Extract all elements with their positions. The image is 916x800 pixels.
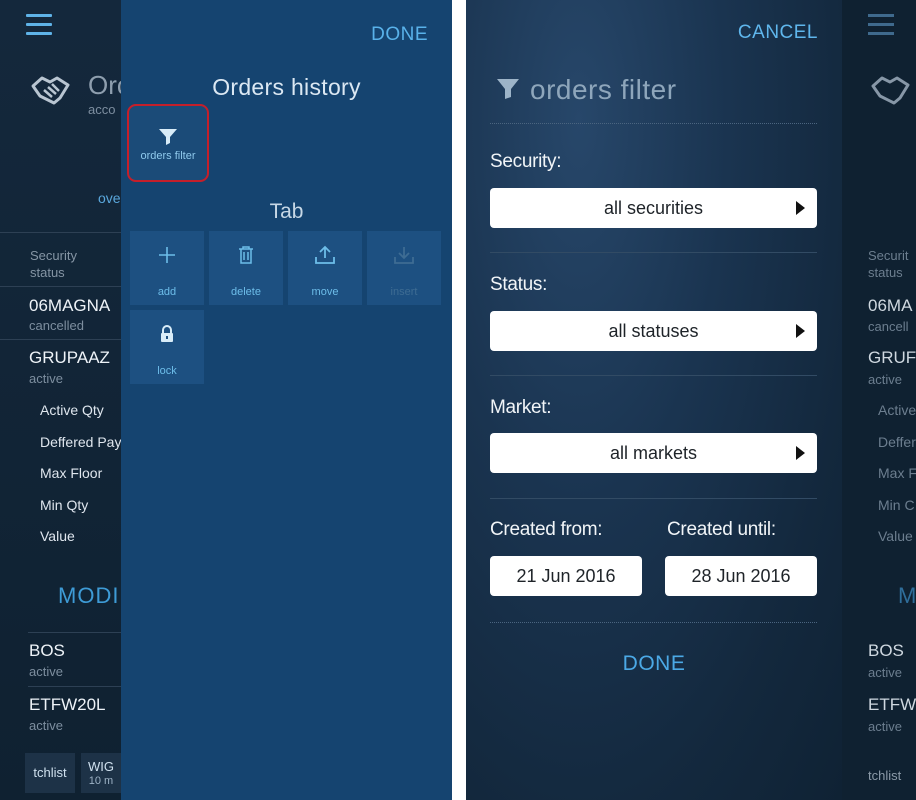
security-value: all securities <box>603 198 704 218</box>
watchlist-tab[interactable]: tchlist <box>25 753 75 793</box>
order-row-name: 06MA <box>868 296 913 315</box>
status-value: all statuses <box>608 321 699 341</box>
overview-tab-partial[interactable]: ove <box>98 190 121 206</box>
tile-label: lock <box>157 365 177 377</box>
detail-label: Active <box>878 402 916 418</box>
order-row-status: cancelled <box>29 318 84 333</box>
arrow-right-icon <box>796 324 805 338</box>
orders-filter-button[interactable]: orders filter <box>127 104 209 182</box>
watchlist-tab-partial: tchlist <box>868 768 902 783</box>
plus-icon <box>130 245 204 269</box>
market-select[interactable]: all markets <box>490 433 817 473</box>
security-select[interactable]: all securities <box>490 188 817 228</box>
orders-filter-label: orders filter <box>140 150 196 162</box>
column-header-security: Securit <box>868 248 909 263</box>
handshake-icon <box>30 72 72 108</box>
orders-history-panel: DONE Orders history orders filter Tab ad… <box>121 0 452 800</box>
handshake-icon <box>870 72 912 113</box>
detail-label: Active Qty <box>40 402 104 418</box>
order-row-status: cancell <box>868 319 909 334</box>
move-tab-button[interactable]: move <box>288 231 362 305</box>
panel-title: Orders history <box>212 74 361 100</box>
orders-filter-screen: Securit status 06MA cancell GRUF active … <box>466 0 916 800</box>
tile-label: add <box>157 286 177 298</box>
tab-section-title: Tab <box>269 200 304 223</box>
detail-label: Value <box>40 528 75 544</box>
done-button[interactable]: DONE <box>371 24 428 46</box>
created-from-date-field[interactable]: 21 Jun 2016 <box>490 556 642 596</box>
detail-label: Deffer <box>878 434 916 450</box>
order-row-status: active <box>29 718 63 733</box>
lock-icon <box>130 324 204 348</box>
funnel-icon <box>497 79 519 99</box>
orders-filter-modal: CANCEL orders filter Security: all secur… <box>466 0 842 800</box>
created-until-date-field[interactable]: 28 Jun 2016 <box>665 556 817 596</box>
order-row-name[interactable]: GRUPAAZ <box>29 348 110 368</box>
insert-tab-button[interactable]: insert <box>367 231 441 305</box>
order-row-status: active <box>868 719 902 734</box>
order-row-name: BOS <box>868 641 904 660</box>
created-from-label: Created from: <box>490 519 603 540</box>
order-row-status: active <box>29 664 63 679</box>
detail-label: Deffered Pay <box>40 434 122 450</box>
column-header-status: status <box>868 265 903 280</box>
order-row-name: ETFW <box>868 695 916 714</box>
tile-label: move <box>311 286 339 298</box>
tab-label: tchlist <box>33 765 67 780</box>
detail-label: Max Floor <box>40 465 103 481</box>
menu-icon[interactable] <box>868 14 894 35</box>
cancel-button[interactable]: CANCEL <box>738 22 818 44</box>
created-until-label: Created until: <box>667 519 776 540</box>
order-row-name: GRUF <box>868 348 916 367</box>
market-label: Market: <box>490 397 552 418</box>
order-row-status: active <box>868 372 902 387</box>
orders-history-screen: Orc acco ove Security status 06MAGNA can… <box>0 0 452 800</box>
upload-icon <box>288 245 362 269</box>
tile-label: delete <box>231 286 261 298</box>
status-select[interactable]: all statuses <box>490 311 817 351</box>
order-row-status: active <box>29 371 63 386</box>
security-label: Security: <box>490 151 562 172</box>
arrow-right-icon <box>796 446 805 460</box>
download-icon <box>367 245 441 269</box>
order-row-status: active <box>868 665 902 680</box>
menu-icon[interactable] <box>26 14 52 36</box>
detail-label: Min Qty <box>40 497 89 513</box>
market-value: all markets <box>609 443 698 463</box>
tile-label: insert <box>390 286 418 298</box>
lock-tab-button[interactable]: lock <box>130 310 204 384</box>
tab-label: WIG <box>88 759 114 774</box>
account-label-partial: acco <box>88 102 116 117</box>
modify-button-partial: M <box>898 583 916 608</box>
filter-title: orders filter <box>496 74 677 106</box>
detail-label: Min C <box>878 497 915 513</box>
column-header-security: Security <box>30 248 77 263</box>
add-tab-button[interactable]: add <box>130 231 204 305</box>
column-header-status: status <box>30 265 65 280</box>
order-row-name[interactable]: BOS <box>29 641 65 661</box>
order-row-name[interactable]: ETFW20L <box>29 695 106 715</box>
filter-title-text: orders filter <box>530 74 677 105</box>
order-row-name[interactable]: 06MAGNA <box>29 296 110 316</box>
status-label: Status: <box>490 274 548 295</box>
index-tab[interactable]: WIG 10 m <box>81 753 121 793</box>
detail-label: Value <box>878 528 913 544</box>
detail-label: Max F <box>878 465 916 481</box>
tab-sublabel: 10 m <box>88 775 114 787</box>
done-button[interactable]: DONE <box>466 652 842 676</box>
delete-tab-button[interactable]: delete <box>209 231 283 305</box>
trash-icon <box>209 245 283 269</box>
modify-button-partial[interactable]: MODI <box>58 583 119 609</box>
arrow-right-icon <box>796 201 805 215</box>
funnel-icon <box>158 128 178 146</box>
